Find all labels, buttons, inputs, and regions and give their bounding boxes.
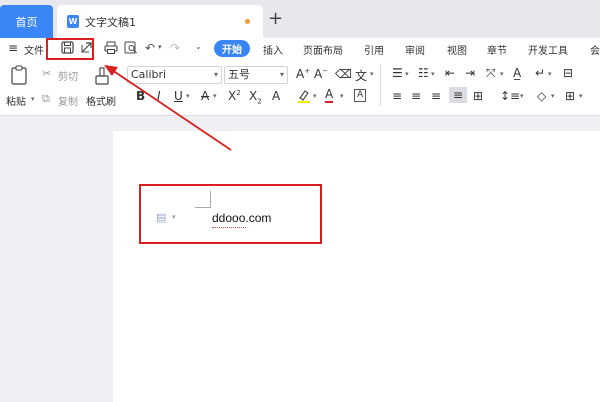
annotation-arrow-icon <box>104 65 232 151</box>
